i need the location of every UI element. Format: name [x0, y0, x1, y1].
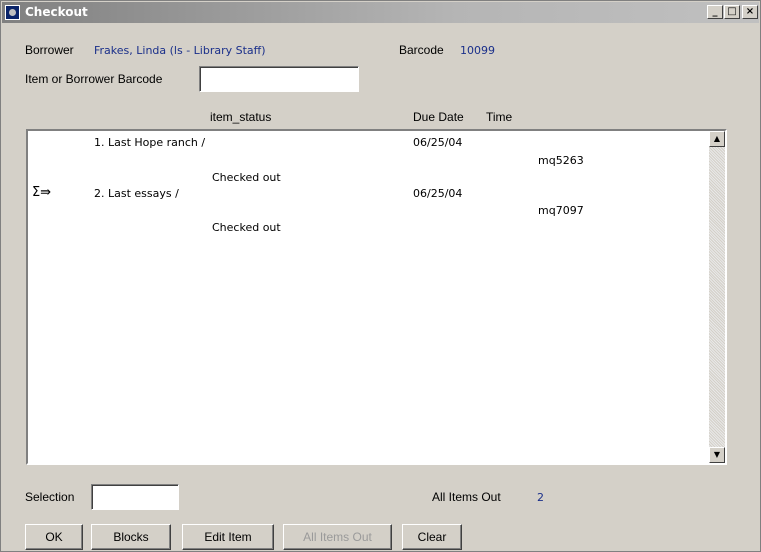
barcode-value: 10099 [460, 44, 495, 57]
close-button[interactable]: × [742, 5, 758, 19]
checkout-window: Checkout _ □ × Borrower Frakes, Linda (l… [0, 0, 761, 552]
item-code: mq5263 [538, 154, 584, 167]
scroll-up-icon[interactable]: ▲ [709, 131, 725, 147]
maximize-button[interactable]: □ [724, 5, 740, 19]
window-title: Checkout [25, 5, 88, 19]
column-header-time: Time [486, 110, 513, 124]
selection-input[interactable] [91, 484, 179, 510]
borrower-value: Frakes, Linda (ls - Library Staff) [94, 44, 266, 57]
item-title: 1. Last Hope ranch / [94, 136, 206, 149]
clear-button[interactable]: Clear [402, 524, 462, 550]
item-title: 2. Last essays / [94, 187, 179, 200]
checked-out-items-list[interactable]: 1. Last Hope ranch / 06/25/04 mq5263 Che… [26, 129, 727, 465]
item-status: Checked out [212, 171, 281, 184]
selection-arrow-icon: Σ⇛ [32, 185, 52, 200]
all-items-out-button[interactable]: All Items Out [283, 524, 392, 550]
borrower-label: Borrower [25, 43, 74, 57]
selection-label: Selection [25, 490, 75, 504]
item-due-date: 06/25/04 [413, 187, 463, 200]
title-bar[interactable]: Checkout _ □ × [2, 2, 759, 23]
minimize-button[interactable]: _ [707, 5, 723, 19]
all-items-out-count: 2 [537, 491, 544, 504]
column-header-status: item_status [210, 110, 272, 124]
all-items-out-label: All Items Out [432, 490, 501, 504]
barcode-input[interactable] [199, 66, 359, 92]
column-header-due-date: Due Date [413, 110, 464, 124]
blocks-button[interactable]: Blocks [91, 524, 171, 550]
ok-button[interactable]: OK [25, 524, 83, 550]
edit-item-button[interactable]: Edit Item [182, 524, 274, 550]
item-due-date: 06/25/04 [413, 136, 463, 149]
vertical-scrollbar[interactable]: ▲ ▼ [709, 131, 725, 463]
item-code: mq7097 [538, 204, 584, 217]
barcode-label: Barcode [399, 43, 444, 57]
app-icon [5, 5, 20, 20]
scan-label: Item or Borrower Barcode [25, 72, 163, 86]
item-status: Checked out [212, 221, 281, 234]
scroll-down-icon[interactable]: ▼ [709, 447, 725, 463]
